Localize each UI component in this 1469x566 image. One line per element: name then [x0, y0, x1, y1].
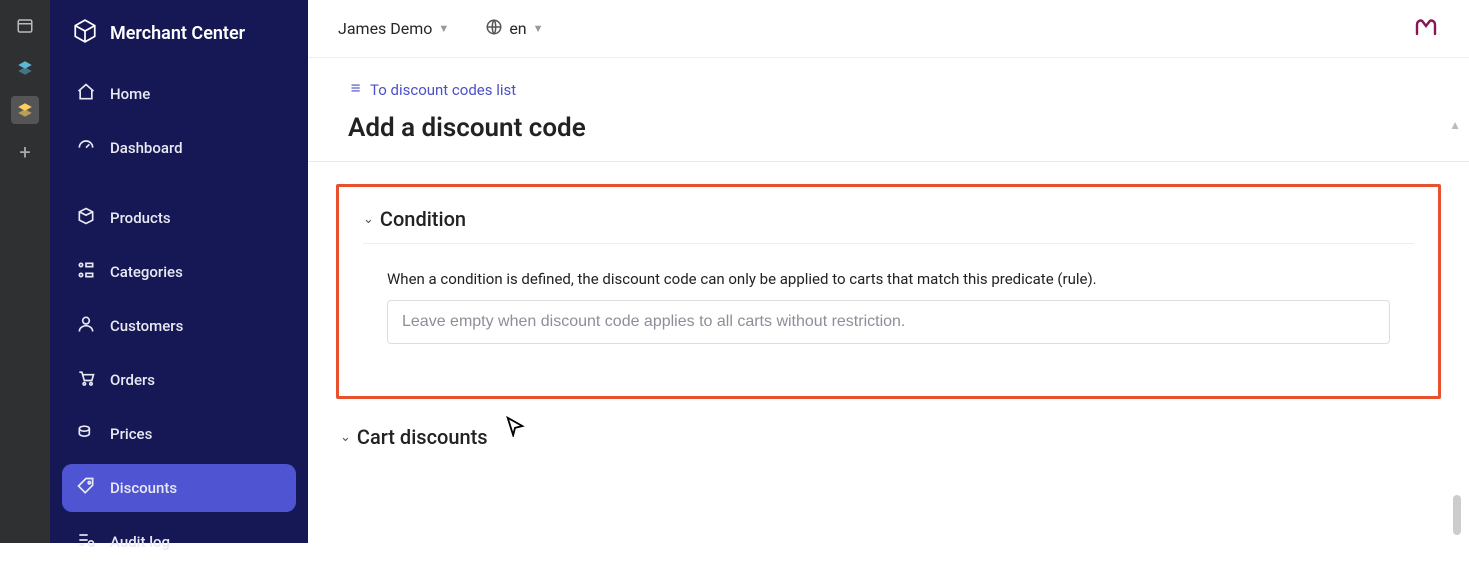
sidebar-item-label: Prices — [110, 425, 152, 443]
home-icon — [76, 82, 96, 106]
condition-help: When a condition is defined, the discoun… — [387, 270, 1414, 288]
content: To discount codes list Add a discount co… — [308, 58, 1469, 543]
scroll-hint: ▲ — [1449, 118, 1461, 132]
chevron-down-icon: ▼ — [533, 22, 544, 35]
nav-group-2: Products Categories Customers Orders Pri… — [50, 194, 308, 566]
topbar: James Demo ▼ en ▼ — [308, 0, 1469, 58]
project-switcher[interactable]: James Demo ▼ — [338, 19, 449, 38]
sidebar-item-prices[interactable]: Prices — [62, 410, 296, 458]
condition-section-toggle[interactable]: ⌄ Condition — [363, 207, 1414, 244]
project-name: James Demo — [338, 19, 432, 38]
section-title: Condition — [380, 207, 466, 231]
sidebar: Merchant Center Home Dashboard Products … — [50, 0, 308, 543]
brand-icon — [72, 18, 98, 48]
brand-label: Merchant Center — [110, 23, 245, 44]
cart-icon — [76, 368, 96, 392]
box-icon — [76, 206, 96, 230]
sidebar-item-discounts[interactable]: Discounts — [62, 464, 296, 512]
chevron-down-icon: ⌄ — [363, 212, 374, 227]
app-rail: + — [0, 0, 50, 543]
scrollbar-thumb[interactable] — [1453, 495, 1461, 535]
sidebar-item-orders[interactable]: Orders — [62, 356, 296, 404]
sidebar-item-home[interactable]: Home — [62, 70, 296, 118]
condition-input[interactable] — [387, 300, 1390, 344]
rail-item-add[interactable]: + — [11, 138, 39, 166]
nav-group-1: Home Dashboard — [50, 70, 308, 172]
rail-item-layers[interactable] — [11, 54, 39, 82]
sidebar-item-categories[interactable]: Categories — [62, 248, 296, 296]
sidebar-item-label: Products — [110, 209, 171, 227]
sidebar-item-auditlog[interactable]: Audit log — [62, 518, 296, 566]
brand[interactable]: Merchant Center — [50, 18, 308, 70]
categories-icon — [76, 260, 96, 284]
sidebar-item-label: Categories — [110, 263, 183, 281]
sidebar-item-dashboard[interactable]: Dashboard — [62, 124, 296, 172]
brand-mark — [1413, 16, 1439, 42]
sidebar-item-products[interactable]: Products — [62, 194, 296, 242]
form-body: ⌄ Condition When a condition is defined,… — [308, 162, 1469, 455]
sidebar-item-label: Audit log — [110, 533, 170, 551]
locale-label: en — [509, 19, 526, 38]
list-search-icon — [76, 530, 96, 554]
list-icon — [348, 81, 362, 99]
rail-item-layers-active[interactable] — [11, 96, 39, 124]
page-title: Add a discount code — [348, 113, 1429, 143]
breadcrumb-label: To discount codes list — [370, 81, 516, 99]
person-icon — [76, 314, 96, 338]
sidebar-item-customers[interactable]: Customers — [62, 302, 296, 350]
rail-item-window[interactable] — [11, 12, 39, 40]
section-title: Cart discounts — [357, 425, 488, 449]
condition-panel: ⌄ Condition When a condition is defined,… — [336, 184, 1441, 399]
tag-icon — [76, 476, 96, 500]
breadcrumb-back[interactable]: To discount codes list — [348, 81, 516, 99]
sidebar-item-label: Discounts — [110, 479, 177, 497]
chevron-down-icon: ⌄ — [340, 430, 351, 445]
locale-switcher[interactable]: en ▼ — [485, 18, 543, 40]
page-header: To discount codes list Add a discount co… — [308, 58, 1469, 162]
cart-discounts-section-toggle[interactable]: ⌄ Cart discounts — [340, 425, 1441, 449]
sidebar-item-label: Orders — [110, 371, 155, 389]
sidebar-item-label: Home — [110, 85, 150, 103]
globe-icon — [485, 18, 503, 40]
gauge-icon — [76, 136, 96, 160]
sidebar-item-label: Customers — [110, 317, 183, 335]
sidebar-item-label: Dashboard — [110, 139, 183, 157]
coins-icon — [76, 422, 96, 446]
chevron-down-icon: ▼ — [438, 22, 449, 35]
